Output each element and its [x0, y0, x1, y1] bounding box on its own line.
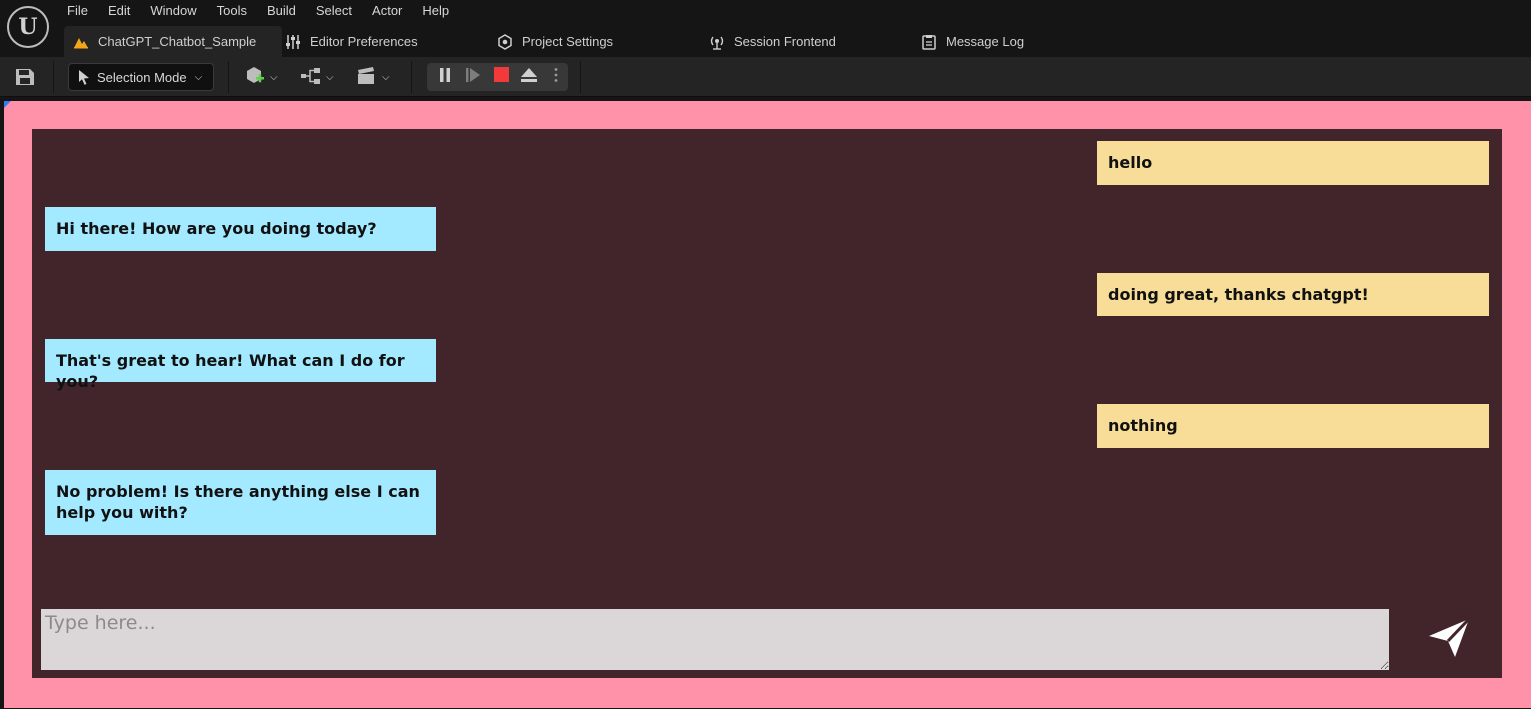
sliders-icon	[284, 33, 302, 51]
stop-icon	[493, 67, 509, 87]
chevron-down-icon: ⌵	[194, 71, 203, 83]
broadcast-icon	[708, 33, 726, 51]
tab-label: Session Frontend	[734, 34, 836, 49]
user-message: doing great, thanks chatgpt!	[1097, 273, 1489, 316]
send-icon	[1427, 617, 1471, 664]
blueprint-icon	[300, 66, 322, 89]
level-icon	[72, 33, 90, 51]
toolbar-divider	[228, 61, 229, 93]
frame-skip-icon	[465, 67, 481, 88]
eject-button[interactable]	[515, 63, 543, 91]
add-actor-icon	[244, 66, 266, 89]
toolbar-divider	[53, 61, 54, 93]
bot-message: That's great to hear! What can I do for …	[45, 339, 436, 391]
chevron-down-icon: ⌵	[382, 71, 390, 83]
save-icon[interactable]	[14, 67, 36, 87]
menu-help[interactable]: Help	[412, 0, 459, 22]
stop-button[interactable]	[487, 63, 515, 91]
tab-bar: ChatGPT_Chatbot_Sample Editor Preference…	[64, 26, 1524, 57]
tab-label: Project Settings	[522, 34, 614, 49]
selection-mode-label: Selection Mode	[97, 69, 187, 85]
tab-label: Message Log	[946, 34, 1025, 49]
settings-cube-icon	[496, 33, 514, 51]
tab-message-log[interactable]: Message Log	[920, 26, 1024, 57]
viewport-focus-corner	[4, 101, 11, 108]
menu-edit[interactable]: Edit	[98, 0, 140, 22]
cursor-icon	[77, 69, 91, 85]
cinematics-icon	[356, 66, 378, 89]
tab-session-frontend[interactable]: Session Frontend	[708, 26, 836, 57]
menu-bar: File Edit Window Tools Build Select Acto…	[57, 0, 459, 22]
menu-tools[interactable]: Tools	[207, 0, 257, 22]
selection-mode-dropdown[interactable]: Selection Mode ⌵	[68, 63, 214, 91]
send-button[interactable]	[1424, 616, 1474, 664]
play-options-button[interactable]	[543, 63, 568, 91]
log-icon	[920, 33, 938, 51]
add-actor-button[interactable]: ⌵	[244, 66, 278, 88]
cinematics-button[interactable]: ⌵	[356, 66, 390, 88]
menu-actor[interactable]: Actor	[362, 0, 412, 22]
play-controls	[427, 63, 568, 91]
more-options-icon	[554, 67, 558, 88]
toolbar-divider	[580, 61, 581, 93]
bot-message: Hi there! How are you doing today?	[45, 207, 436, 251]
tab-project-settings[interactable]: Project Settings	[496, 26, 613, 57]
tab-label: Editor Preferences	[310, 34, 418, 49]
bot-message: No problem! Is there anything else I can…	[45, 470, 436, 535]
menu-select[interactable]: Select	[306, 0, 362, 22]
chevron-down-icon: ⌵	[270, 71, 278, 83]
eject-icon	[520, 67, 538, 88]
menu-file[interactable]: File	[57, 0, 98, 22]
menu-window[interactable]: Window	[140, 0, 206, 22]
tab-editor-preferences[interactable]: Editor Preferences	[284, 26, 418, 57]
frame-skip-button[interactable]	[459, 63, 487, 91]
unreal-logo-icon[interactable]: U	[7, 6, 49, 48]
main-toolbar: Selection Mode ⌵ ⌵ ⌵ ⌵	[0, 57, 1531, 97]
menu-build[interactable]: Build	[257, 0, 306, 22]
tab-chatgpt-chatbot-sample[interactable]: ChatGPT_Chatbot_Sample	[64, 26, 283, 57]
toolbar-divider	[411, 61, 412, 93]
tab-label: ChatGPT_Chatbot_Sample	[98, 34, 257, 49]
pause-button[interactable]	[431, 63, 459, 91]
chevron-down-icon: ⌵	[326, 71, 334, 83]
user-message: nothing	[1097, 404, 1489, 448]
title-area: U File Edit Window Tools Build Select Ac…	[0, 0, 1531, 57]
user-message: hello	[1097, 141, 1489, 185]
blueprint-button[interactable]: ⌵	[300, 66, 334, 88]
chat-input[interactable]	[41, 609, 1389, 670]
pause-icon	[438, 67, 452, 88]
